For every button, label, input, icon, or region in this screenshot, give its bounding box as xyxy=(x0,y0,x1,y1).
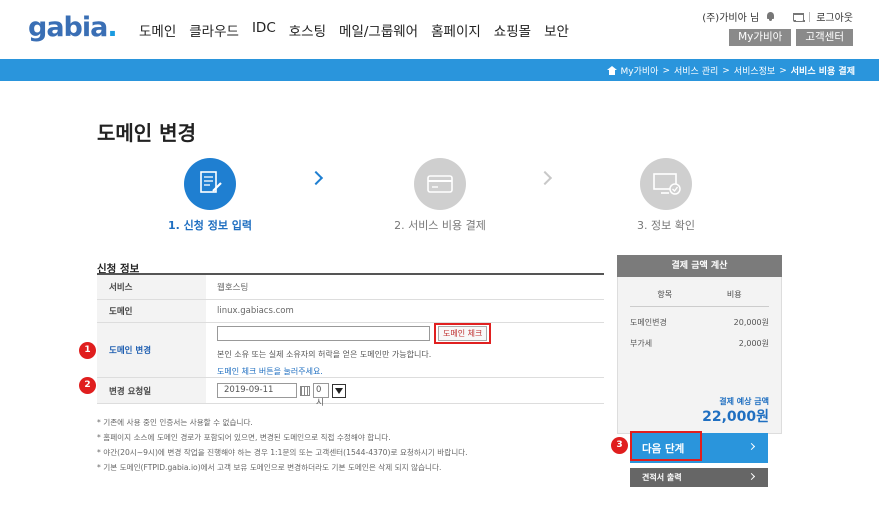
next-step-highlight xyxy=(630,431,702,461)
bell-icon[interactable] xyxy=(765,11,776,22)
notice-list: * 기존에 사용 중인 인증서는 사용할 수 없습니다. * 홈페이지 소스에 … xyxy=(97,415,468,475)
print-quote-label: 견적서 출력 xyxy=(642,473,682,482)
step-marker-1: 1 xyxy=(79,342,96,359)
step-1-label: 1. 신청 정보 입력 xyxy=(167,219,253,232)
total-amount: 22,000원 xyxy=(702,409,769,425)
chevron-right-icon xyxy=(747,442,756,451)
print-quote-button[interactable]: 견적서 출력 xyxy=(630,468,768,487)
chevron-down-icon[interactable] xyxy=(332,383,346,398)
payment-row: 도메인변경 20,000원 xyxy=(630,317,769,328)
col-item: 항목 xyxy=(657,290,673,299)
breadcrumb-separator: > xyxy=(662,65,670,76)
my-gabia-button[interactable]: My가비아 xyxy=(729,29,792,46)
payment-title: 결제 금액 계산 xyxy=(617,255,782,277)
notice-item: * 홈페이지 소스에 도메인 경로가 포함되어 있으면, 변경된 도메인으로 직… xyxy=(97,433,391,442)
domain-change-cell: 도메인 체크 본인 소유 또는 실제 소유자의 허락을 얻은 도메인만 가능합니… xyxy=(206,323,604,377)
request-date-cell: 2019-09-11 0시 xyxy=(206,378,604,408)
domain-change-label: 도메인 변경 xyxy=(97,323,206,377)
domain-check-guide: 도메인 체크 버튼을 눌러주세요. xyxy=(217,367,323,376)
divider xyxy=(809,11,811,22)
payment-cost: 20,000원 xyxy=(733,318,769,327)
domain-change-line: 도메인 체크 xyxy=(217,323,604,344)
step-2-label: 2. 서비스 비용 결제 xyxy=(394,219,486,232)
request-date-label: 변경 요청일 xyxy=(97,378,206,403)
domain-value: linux.gabiacs.com xyxy=(217,306,294,316)
chevron-right-icon xyxy=(747,472,756,481)
nav-shoppingmall[interactable]: 쇼핑몰 xyxy=(494,20,531,40)
notice-item: * 기존에 사용 중인 인증서는 사용할 수 없습니다. xyxy=(97,418,253,427)
form-edit-icon xyxy=(184,158,236,210)
breadcrumb-service-manage[interactable]: 서비스 관리 xyxy=(674,64,718,77)
step-2: 2. 서비스 비용 결제 xyxy=(390,158,490,233)
utility-buttons: My가비아 고객센터 xyxy=(729,29,853,46)
payment-item: 부가세 xyxy=(630,339,653,348)
domain-check-highlight: 도메인 체크 xyxy=(434,323,492,344)
logout-link[interactable]: 로그아웃 xyxy=(816,9,853,24)
hour-select[interactable]: 0시 xyxy=(313,383,329,408)
form-row-domain: 도메인 linux.gabiacs.com xyxy=(97,300,604,323)
step-marker-2: 2 xyxy=(79,377,96,394)
step-marker-3: 3 xyxy=(611,437,628,454)
breadcrumb-service-info[interactable]: 서비스정보 xyxy=(734,64,775,77)
request-date-input[interactable]: 2019-09-11 xyxy=(217,383,297,398)
application-form: 서비스 웹호스팅 도메인 linux.gabiacs.com 도메인 변경 도메… xyxy=(97,273,604,408)
nav-security[interactable]: 보안 xyxy=(544,20,569,40)
card-payment-icon xyxy=(414,158,466,210)
payment-header-row: 항목 비용 xyxy=(630,289,769,307)
calendar-icon[interactable] xyxy=(300,385,310,396)
notice-item: * 기본 도메인(FTPID.gabia.io)에서 고객 보유 도메인으로 변… xyxy=(97,463,442,472)
breadcrumb-separator: > xyxy=(779,65,787,76)
service-label: 서비스 xyxy=(97,275,206,299)
nav-homepage[interactable]: 홈페이지 xyxy=(431,20,481,40)
page-title: 도메인 변경 xyxy=(97,121,196,145)
support-center-button[interactable]: 고객센터 xyxy=(796,29,853,46)
header: gabia. 도메인 클라우드 IDC 호스팅 메일/그룹웨어 홈페이지 쇼핑몰… xyxy=(0,0,879,59)
cart-icon[interactable] xyxy=(792,11,806,22)
step-1: 1. 신청 정보 입력 xyxy=(160,158,260,233)
step-3: 3. 정보 확인 xyxy=(616,158,716,233)
domain-help-text: 본인 소유 또는 실제 소유자의 허락을 얻은 도메인만 가능합니다. xyxy=(217,350,432,359)
payment-item: 도메인변경 xyxy=(630,318,667,327)
user-name: (주)가비아 님 xyxy=(702,13,760,24)
payment-summary: 결제 금액 계산 항목 비용 도메인변경 20,000원 부가세 2,000원 … xyxy=(617,255,782,434)
col-cost: 비용 xyxy=(726,290,742,299)
form-row-service: 서비스 웹호스팅 xyxy=(97,275,604,300)
payment-row: 부가세 2,000원 xyxy=(630,338,769,349)
nav-mail-groupware[interactable]: 메일/그룹웨어 xyxy=(339,20,418,40)
nav-domain[interactable]: 도메인 xyxy=(139,20,176,40)
domain-label: 도메인 xyxy=(97,300,206,322)
form-row-domain-change: 도메인 변경 도메인 체크 본인 소유 또는 실제 소유자의 허락을 얻은 도메… xyxy=(97,323,604,378)
breadcrumb-my-gabia[interactable]: My가비아 xyxy=(621,64,659,77)
service-value: 웹호스팅 xyxy=(217,283,249,293)
global-nav: 도메인 클라우드 IDC 호스팅 메일/그룹웨어 홈페이지 쇼핑몰 보안 xyxy=(139,20,582,40)
nav-cloud[interactable]: 클라우드 xyxy=(189,20,239,40)
nav-hosting[interactable]: 호스팅 xyxy=(289,20,326,40)
breadcrumb-current: 서비스 비용 결제 xyxy=(790,67,855,77)
monitor-check-icon xyxy=(640,158,692,210)
notice-item: * 야간(20시~9시)에 변경 작업을 진행해야 하는 경우 1:1문의 또는… xyxy=(97,448,468,457)
gabia-logo[interactable]: gabia. xyxy=(28,12,118,43)
chevron-right-icon xyxy=(308,170,324,186)
breadcrumb: My가비아 > 서비스 관리 > 서비스정보 > 서비스 비용 결제 xyxy=(606,64,855,77)
form-row-request-date: 변경 요청일 2019-09-11 0시 xyxy=(97,378,604,408)
breadcrumb-bar: My가비아 > 서비스 관리 > 서비스정보 > 서비스 비용 결제 xyxy=(0,59,879,81)
payment-body: 항목 비용 도메인변경 20,000원 부가세 2,000원 결제 예상 금액 … xyxy=(617,277,782,434)
home-icon[interactable] xyxy=(606,66,617,75)
payment-cost: 2,000원 xyxy=(738,339,769,348)
step-3-label: 3. 정보 확인 xyxy=(637,219,695,232)
logo-dot: . xyxy=(107,12,117,43)
date-line: 2019-09-11 0시 xyxy=(217,383,604,408)
new-domain-input[interactable] xyxy=(217,326,430,341)
domain-check-button[interactable]: 도메인 체크 xyxy=(438,326,488,341)
chevron-right-icon xyxy=(537,170,553,186)
nav-idc[interactable]: IDC xyxy=(252,20,276,40)
breadcrumb-separator: > xyxy=(722,65,730,76)
utility-bar: (주)가비아 님 로그아웃 xyxy=(702,9,853,24)
logo-text: gabia xyxy=(28,12,108,43)
